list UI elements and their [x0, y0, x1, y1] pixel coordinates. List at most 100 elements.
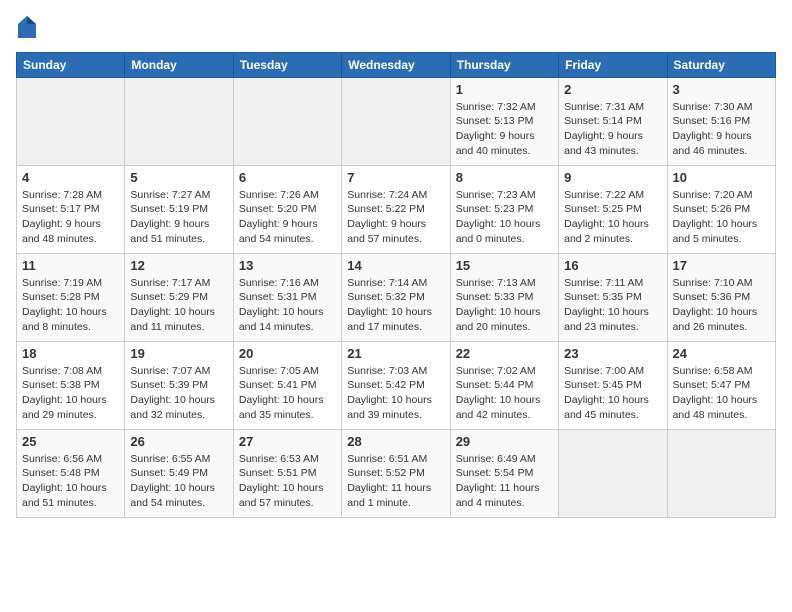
day-info: Sunrise: 6:56 AMSunset: 5:48 PMDaylight:…	[22, 452, 119, 511]
day-number: 2	[564, 82, 661, 97]
day-number: 15	[456, 258, 553, 273]
page-header	[16, 16, 776, 44]
day-number: 29	[456, 434, 553, 449]
calendar-cell: 9Sunrise: 7:22 AMSunset: 5:25 PMDaylight…	[559, 165, 667, 253]
calendar-cell	[125, 77, 233, 165]
day-info: Sunrise: 7:10 AMSunset: 5:36 PMDaylight:…	[673, 276, 770, 335]
calendar-cell: 19 Sunrise: 7:07 AMSunset: 5:39 PMDayligh…	[125, 341, 233, 429]
day-info: Sunrise: 7:07 AMSunset: 5:39 PMDaylight:…	[130, 364, 227, 423]
logo-icon	[18, 16, 36, 38]
day-info: Sunrise: 7:16 AMSunset: 5:31 PMDaylight:…	[239, 276, 336, 335]
calendar-cell: 6 Sunrise: 7:26 AMSunset: 5:20 PMDaylight…	[233, 165, 341, 253]
calendar-cell: 3 Sunrise: 7:30 AMSunset: 5:16 PMDaylight…	[667, 77, 775, 165]
day-info: Sunrise: 7:24 AMSunset: 5:22 PMDaylight:…	[347, 188, 444, 247]
calendar-cell: 25 Sunrise: 6:56 AMSunset: 5:48 PMDayligh…	[17, 429, 125, 517]
calendar-cell: 23 Sunrise: 7:00 AMSunset: 5:45 PMDayligh…	[559, 341, 667, 429]
week-row-4: 18 Sunrise: 7:08 AMSunset: 5:38 PMDayligh…	[17, 341, 776, 429]
day-number: 1	[456, 82, 553, 97]
week-row-1: 1 Sunrise: 7:32 AMSunset: 5:13 PMDaylight…	[17, 77, 776, 165]
day-number: 9	[564, 170, 661, 185]
day-number: 17	[673, 258, 770, 273]
day-info: Sunrise: 7:23 AMSunset: 5:23 PMDaylight:…	[456, 188, 553, 247]
day-number: 18	[22, 346, 119, 361]
calendar-cell: 16Sunrise: 7:11 AMSunset: 5:35 PMDayligh…	[559, 253, 667, 341]
day-number: 6	[239, 170, 336, 185]
day-number: 19	[130, 346, 227, 361]
day-number: 13	[239, 258, 336, 273]
day-number: 27	[239, 434, 336, 449]
day-number: 26	[130, 434, 227, 449]
day-info: Sunrise: 7:27 AMSunset: 5:19 PMDaylight:…	[130, 188, 227, 247]
calendar-cell: 12 Sunrise: 7:17 AMSunset: 5:29 PMDayligh…	[125, 253, 233, 341]
day-number: 14	[347, 258, 444, 273]
day-info: Sunrise: 7:31 AMSunset: 5:14 PMDaylight:…	[564, 100, 661, 159]
week-row-5: 25 Sunrise: 6:56 AMSunset: 5:48 PMDayligh…	[17, 429, 776, 517]
calendar-cell: 26Sunrise: 6:55 AMSunset: 5:49 PMDayligh…	[125, 429, 233, 517]
calendar-header-row: SundayMondayTuesdayWednesdayThursdayFrid…	[17, 52, 776, 77]
day-header-saturday: Saturday	[667, 52, 775, 77]
calendar-cell	[667, 429, 775, 517]
calendar-table: SundayMondayTuesdayWednesdayThursdayFrid…	[16, 52, 776, 518]
day-number: 24	[673, 346, 770, 361]
calendar-cell: 13 Sunrise: 7:16 AMSunset: 5:31 PMDayligh…	[233, 253, 341, 341]
day-number: 10	[673, 170, 770, 185]
day-info: Sunrise: 7:00 AMSunset: 5:45 PMDaylight:…	[564, 364, 661, 423]
day-info: Sunrise: 7:08 AMSunset: 5:38 PMDaylight:…	[22, 364, 119, 423]
day-info: Sunrise: 6:53 AMSunset: 5:51 PMDaylight:…	[239, 452, 336, 511]
day-number: 23	[564, 346, 661, 361]
calendar-cell: 1 Sunrise: 7:32 AMSunset: 5:13 PMDaylight…	[450, 77, 558, 165]
calendar-cell: 4 Sunrise: 7:28 AMSunset: 5:17 PMDaylight…	[17, 165, 125, 253]
day-number: 3	[673, 82, 770, 97]
day-info: Sunrise: 7:05 AMSunset: 5:41 PMDaylight:…	[239, 364, 336, 423]
day-info: Sunrise: 7:02 AMSunset: 5:44 PMDaylight:…	[456, 364, 553, 423]
day-number: 12	[130, 258, 227, 273]
calendar-cell: 22 Sunrise: 7:02 AMSunset: 5:44 PMDayligh…	[450, 341, 558, 429]
week-row-3: 11 Sunrise: 7:19 AMSunset: 5:28 PMDayligh…	[17, 253, 776, 341]
calendar-cell: 8 Sunrise: 7:23 AMSunset: 5:23 PMDaylight…	[450, 165, 558, 253]
day-info: Sunrise: 6:49 AMSunset: 5:54 PMDaylight:…	[456, 452, 553, 511]
day-info: Sunrise: 7:03 AMSunset: 5:42 PMDaylight:…	[347, 364, 444, 423]
calendar-cell: 21 Sunrise: 7:03 AMSunset: 5:42 PMDayligh…	[342, 341, 450, 429]
day-number: 21	[347, 346, 444, 361]
calendar-cell: 24 Sunrise: 6:58 AMSunset: 5:47 PMDayligh…	[667, 341, 775, 429]
day-info: Sunrise: 7:13 AMSunset: 5:33 PMDaylight:…	[456, 276, 553, 335]
day-info: Sunrise: 7:20 AMSunset: 5:26 PMDaylight:…	[673, 188, 770, 247]
calendar-cell: 2 Sunrise: 7:31 AMSunset: 5:14 PMDaylight…	[559, 77, 667, 165]
day-info: Sunrise: 6:58 AMSunset: 5:47 PMDaylight:…	[673, 364, 770, 423]
day-header-monday: Monday	[125, 52, 233, 77]
day-number: 7	[347, 170, 444, 185]
day-number: 5	[130, 170, 227, 185]
calendar-cell: 7 Sunrise: 7:24 AMSunset: 5:22 PMDaylight…	[342, 165, 450, 253]
day-header-tuesday: Tuesday	[233, 52, 341, 77]
calendar-cell	[559, 429, 667, 517]
calendar-cell: 27 Sunrise: 6:53 AMSunset: 5:51 PMDayligh…	[233, 429, 341, 517]
day-header-friday: Friday	[559, 52, 667, 77]
calendar-cell: 28Sunrise: 6:51 AMSunset: 5:52 PMDayligh…	[342, 429, 450, 517]
calendar-cell: 17 Sunrise: 7:10 AMSunset: 5:36 PMDayligh…	[667, 253, 775, 341]
day-number: 11	[22, 258, 119, 273]
day-info: Sunrise: 7:11 AMSunset: 5:35 PMDaylight:…	[564, 276, 661, 335]
day-number: 20	[239, 346, 336, 361]
calendar-cell: 18 Sunrise: 7:08 AMSunset: 5:38 PMDayligh…	[17, 341, 125, 429]
day-info: Sunrise: 7:30 AMSunset: 5:16 PMDaylight:…	[673, 100, 770, 159]
calendar-cell	[342, 77, 450, 165]
calendar-cell	[233, 77, 341, 165]
day-info: Sunrise: 7:17 AMSunset: 5:29 PMDaylight:…	[130, 276, 227, 335]
day-header-thursday: Thursday	[450, 52, 558, 77]
day-number: 4	[22, 170, 119, 185]
day-header-wednesday: Wednesday	[342, 52, 450, 77]
calendar-cell: 5 Sunrise: 7:27 AMSunset: 5:19 PMDaylight…	[125, 165, 233, 253]
day-number: 25	[22, 434, 119, 449]
logo	[16, 16, 36, 44]
day-info: Sunrise: 7:26 AMSunset: 5:20 PMDaylight:…	[239, 188, 336, 247]
day-header-sunday: Sunday	[17, 52, 125, 77]
calendar-cell: 29 Sunrise: 6:49 AMSunset: 5:54 PMDayligh…	[450, 429, 558, 517]
day-number: 22	[456, 346, 553, 361]
week-row-2: 4 Sunrise: 7:28 AMSunset: 5:17 PMDaylight…	[17, 165, 776, 253]
day-info: Sunrise: 7:19 AMSunset: 5:28 PMDaylight:…	[22, 276, 119, 335]
calendar-cell: 20 Sunrise: 7:05 AMSunset: 5:41 PMDayligh…	[233, 341, 341, 429]
day-info: Sunrise: 7:32 AMSunset: 5:13 PMDaylight:…	[456, 100, 553, 159]
day-number: 8	[456, 170, 553, 185]
calendar-cell	[17, 77, 125, 165]
day-info: Sunrise: 7:28 AMSunset: 5:17 PMDaylight:…	[22, 188, 119, 247]
